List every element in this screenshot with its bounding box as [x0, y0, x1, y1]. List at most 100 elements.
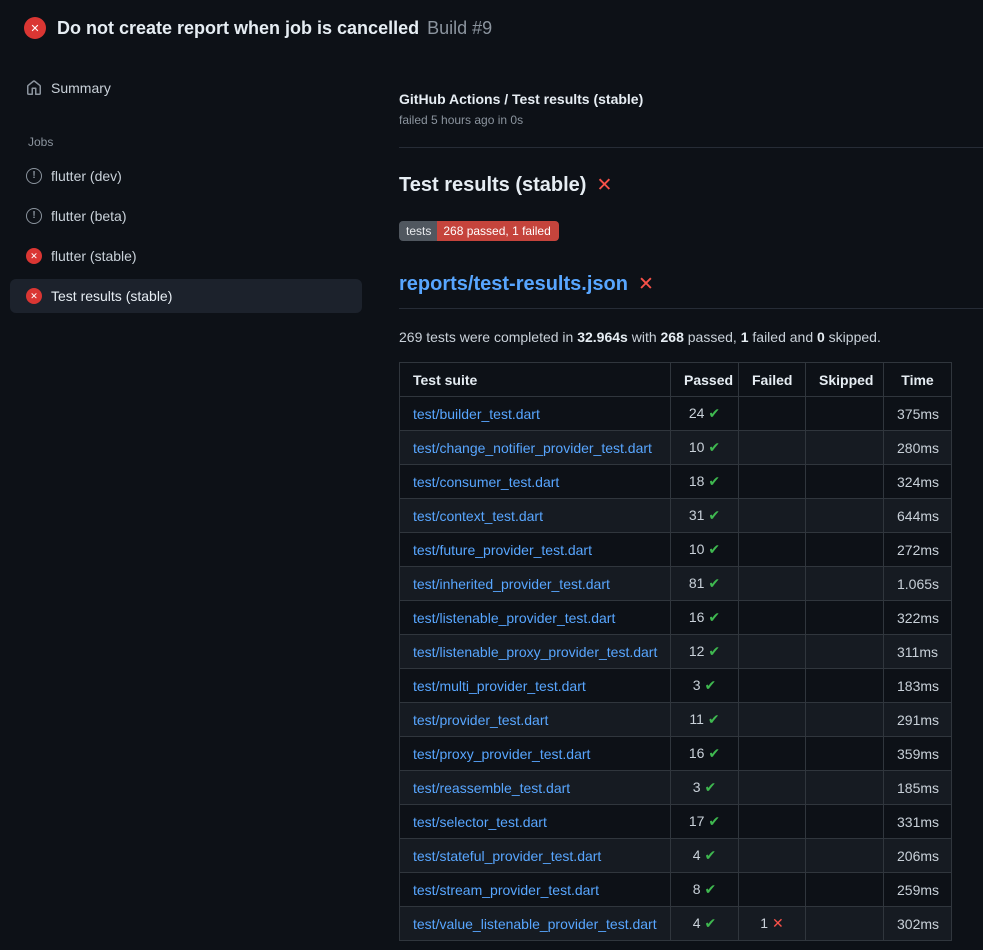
- failed-x-icon: ✕: [638, 273, 654, 296]
- test-suite-link[interactable]: test/multi_provider_test.dart: [413, 678, 586, 694]
- table-row: test/context_test.dart 31 ✔ 644ms: [400, 499, 952, 533]
- tests-badge: tests 268 passed, 1 failed: [399, 221, 559, 241]
- test-suite-link[interactable]: test/stream_provider_test.dart: [413, 882, 599, 898]
- skipped-cell: [806, 465, 884, 499]
- failed-x-icon: ✕: [596, 174, 612, 197]
- skipped-cell: [806, 839, 884, 873]
- passed-cell: 3 ✔: [671, 771, 739, 805]
- failed-cell: [739, 737, 806, 771]
- failed-cell: [739, 499, 806, 533]
- check-icon: ✔: [708, 813, 720, 829]
- table-header-row: Test suite Passed Failed Skipped Time: [400, 363, 952, 397]
- skipped-cell: [806, 703, 884, 737]
- failed-cell: [739, 873, 806, 907]
- check-icon: ✔: [704, 881, 716, 897]
- check-icon: ✔: [708, 643, 720, 659]
- failed-cell: [739, 669, 806, 703]
- test-suite-link[interactable]: test/selector_test.dart: [413, 814, 547, 830]
- check-icon: ✔: [708, 711, 720, 727]
- suite-cell: test/reassemble_test.dart: [400, 771, 671, 805]
- test-suite-link[interactable]: test/builder_test.dart: [413, 406, 540, 422]
- report-file-link[interactable]: reports/test-results.json: [399, 273, 628, 296]
- sidebar-item-flutter-stable[interactable]: ✕ flutter (stable): [10, 239, 362, 273]
- table-row: test/value_listenable_provider_test.dart…: [400, 907, 952, 941]
- sidebar-item-summary[interactable]: Summary: [10, 71, 362, 105]
- test-suite-link[interactable]: test/value_listenable_provider_test.dart: [413, 916, 657, 932]
- column-header-time: Time: [884, 363, 952, 397]
- failed-cell: [739, 533, 806, 567]
- table-row: test/change_notifier_provider_test.dart …: [400, 431, 952, 465]
- test-suite-link[interactable]: test/stateful_provider_test.dart: [413, 848, 601, 864]
- time-cell: 644ms: [884, 499, 952, 533]
- test-suite-link[interactable]: test/change_notifier_provider_test.dart: [413, 440, 652, 456]
- test-suite-link[interactable]: test/inherited_provider_test.dart: [413, 576, 610, 592]
- time-cell: 322ms: [884, 601, 952, 635]
- suite-cell: test/consumer_test.dart: [400, 465, 671, 499]
- table-row: test/consumer_test.dart 18 ✔ 324ms: [400, 465, 952, 499]
- time-cell: 183ms: [884, 669, 952, 703]
- suite-cell: test/future_provider_test.dart: [400, 533, 671, 567]
- check-icon: ✔: [708, 575, 720, 591]
- job-label: Test results (stable): [51, 288, 172, 304]
- sidebar-item-flutter-beta[interactable]: ! flutter (beta): [10, 199, 362, 233]
- table-row: test/listenable_provider_test.dart 16 ✔ …: [400, 601, 952, 635]
- test-suite-link[interactable]: test/listenable_provider_test.dart: [413, 610, 615, 626]
- time-cell: 311ms: [884, 635, 952, 669]
- suite-cell: test/provider_test.dart: [400, 703, 671, 737]
- passed-cell: 17 ✔: [671, 805, 739, 839]
- skipped-cell: [806, 601, 884, 635]
- time-cell: 185ms: [884, 771, 952, 805]
- suite-cell: test/selector_test.dart: [400, 805, 671, 839]
- table-row: test/listenable_proxy_provider_test.dart…: [400, 635, 952, 669]
- check-icon: ✔: [708, 507, 720, 523]
- skipped-cell: [806, 635, 884, 669]
- failed-circle-icon: ✕: [26, 288, 42, 304]
- time-cell: 280ms: [884, 431, 952, 465]
- check-icon: ✔: [708, 405, 720, 421]
- table-row: test/provider_test.dart 11 ✔ 291ms: [400, 703, 952, 737]
- test-suite-link[interactable]: test/proxy_provider_test.dart: [413, 746, 590, 762]
- skipped-cell: [806, 567, 884, 601]
- job-list: ! flutter (dev) ! flutter (beta) ✕ flutt…: [0, 159, 380, 313]
- table-row: test/stream_provider_test.dart 8 ✔ 259ms: [400, 873, 952, 907]
- test-suite-link[interactable]: test/consumer_test.dart: [413, 474, 559, 490]
- badge-value: 268 passed, 1 failed: [437, 221, 558, 241]
- suite-cell: test/context_test.dart: [400, 499, 671, 533]
- failed-cell: [739, 839, 806, 873]
- failed-cell: [739, 703, 806, 737]
- failed-cell: [739, 465, 806, 499]
- time-cell: 272ms: [884, 533, 952, 567]
- failed-cell: [739, 805, 806, 839]
- skipped-cell: [806, 873, 884, 907]
- test-suite-link[interactable]: test/reassemble_test.dart: [413, 780, 570, 796]
- skipped-cell: [806, 907, 884, 941]
- sidebar-item-test-results-stable[interactable]: ✕ Test results (stable): [10, 279, 362, 313]
- test-suite-link[interactable]: test/context_test.dart: [413, 508, 543, 524]
- section-title-text: Test results (stable): [399, 174, 586, 197]
- skipped-cell: [806, 499, 884, 533]
- time-cell: 259ms: [884, 873, 952, 907]
- passed-cell: 81 ✔: [671, 567, 739, 601]
- build-failed-icon: ✕: [24, 17, 46, 39]
- table-row: test/future_provider_test.dart 10 ✔ 272m…: [400, 533, 952, 567]
- failed-cell: [739, 567, 806, 601]
- passed-cell: 16 ✔: [671, 737, 739, 771]
- time-cell: 375ms: [884, 397, 952, 431]
- suite-cell: test/listenable_proxy_provider_test.dart: [400, 635, 671, 669]
- skipped-cell: [806, 737, 884, 771]
- check-icon: ✔: [708, 609, 720, 625]
- time-cell: 1.065s: [884, 567, 952, 601]
- test-suite-link[interactable]: test/provider_test.dart: [413, 712, 548, 728]
- test-suite-link[interactable]: test/listenable_proxy_provider_test.dart: [413, 644, 657, 660]
- skipped-cell: [806, 771, 884, 805]
- passed-cell: 10 ✔: [671, 431, 739, 465]
- test-results-table: Test suite Passed Failed Skipped Time te…: [399, 362, 952, 941]
- sidebar-item-flutter-dev[interactable]: ! flutter (dev): [10, 159, 362, 193]
- home-icon: [26, 80, 42, 96]
- suite-cell: test/stateful_provider_test.dart: [400, 839, 671, 873]
- table-row: test/proxy_provider_test.dart 16 ✔ 359ms: [400, 737, 952, 771]
- test-suite-link[interactable]: test/future_provider_test.dart: [413, 542, 592, 558]
- time-cell: 359ms: [884, 737, 952, 771]
- section-title: Test results (stable) ✕: [399, 174, 951, 197]
- jobs-section-label: Jobs: [28, 135, 380, 149]
